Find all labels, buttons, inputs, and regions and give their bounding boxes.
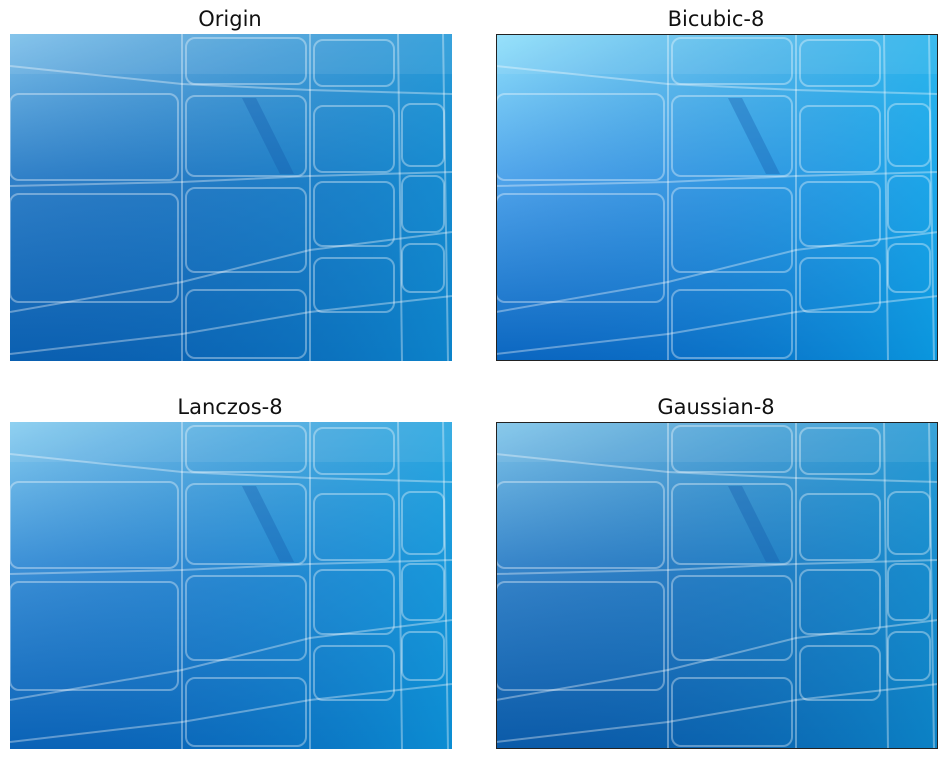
- image-origin: [10, 34, 452, 361]
- title-lanczos: Lanczos-8: [177, 395, 283, 419]
- title-origin: Origin: [198, 7, 262, 31]
- image-lanczos: [10, 422, 452, 749]
- image-bicubic: [496, 34, 938, 361]
- image-gaussian: [496, 422, 938, 749]
- title-bicubic: Bicubic-8: [667, 7, 765, 31]
- title-gaussian: Gaussian-8: [657, 395, 775, 419]
